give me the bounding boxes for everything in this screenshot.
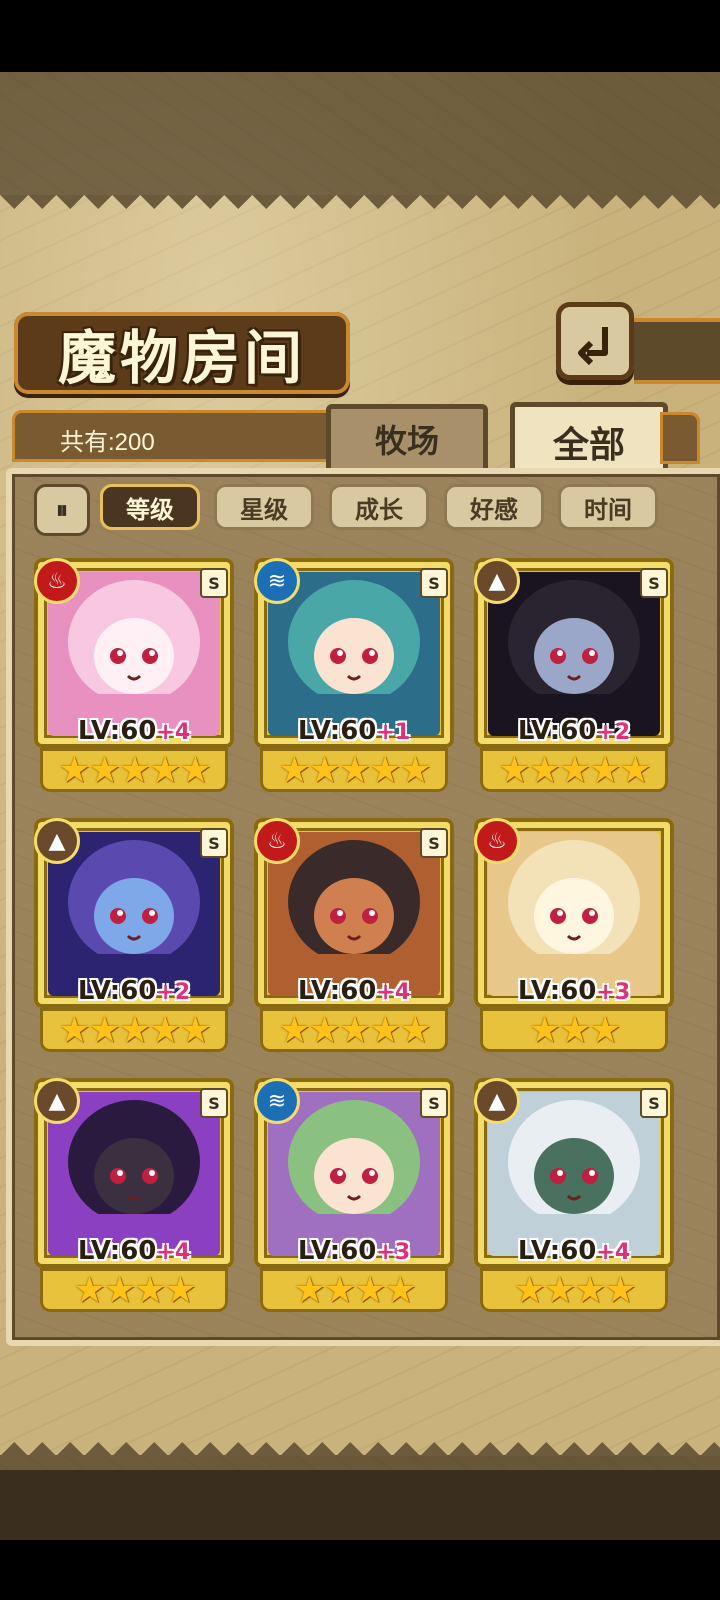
tab-pasture[interactable]: 牧场 [326, 404, 488, 469]
star-rating: ★★★★ [480, 1268, 668, 1312]
flame-icon: ♨ [34, 558, 80, 604]
rank-badge: S [420, 1088, 448, 1118]
star-rating: ★★★★ [40, 1268, 228, 1312]
back-button[interactable] [556, 302, 634, 380]
level-plus: +4 [596, 1240, 631, 1265]
level-value: LV:60 [297, 716, 377, 746]
monster-card[interactable]: ▲ S LV:60+2 ★★★★★ [34, 818, 234, 1058]
monster-level: LV:60+4 [254, 976, 454, 1006]
star-rating: ★★★★★ [40, 748, 228, 792]
monster-level: LV:60+3 [254, 1236, 454, 1266]
monster-card[interactable]: ≋ S LV:60+1 ★★★★★ [254, 558, 454, 798]
level-value: LV:60 [517, 976, 597, 1006]
level-plus: +4 [376, 980, 411, 1005]
rank-badge: S [640, 1088, 668, 1118]
monster-level: LV:60+3 [474, 976, 674, 1006]
level-plus: +3 [596, 980, 631, 1005]
level-value: LV:60 [297, 1236, 377, 1266]
star-rating: ★★★★★ [260, 748, 448, 792]
mountain-icon: ▲ [474, 558, 520, 604]
monster-level: LV:60+4 [34, 1236, 234, 1266]
monster-level: LV:60+4 [474, 1236, 674, 1266]
level-plus: +1 [376, 720, 411, 745]
star-rating: ★★★ [480, 1008, 668, 1052]
level-plus: +2 [596, 720, 631, 745]
parchment-edge-bottom [0, 1428, 720, 1456]
status-bar [0, 0, 720, 72]
level-value: LV:60 [77, 976, 157, 1006]
mountain-icon: ▲ [474, 1078, 520, 1124]
monster-level: LV:60+2 [474, 716, 674, 746]
wave-icon: ≋ [254, 1078, 300, 1124]
level-plus: +3 [376, 1240, 411, 1265]
monster-count: 共有:200 [60, 429, 155, 456]
title-plate: 魔物房间 [14, 312, 350, 394]
sort-time-button[interactable]: 时间 [558, 484, 658, 530]
tab-rail [660, 412, 700, 464]
star-rating: ★★★★★ [40, 1008, 228, 1052]
level-value: LV:60 [77, 1236, 157, 1266]
level-value: LV:60 [517, 716, 597, 746]
level-value: LV:60 [77, 716, 157, 746]
parchment-edge-top [0, 195, 720, 223]
wave-icon: ≋ [254, 558, 300, 604]
sort-star-button[interactable]: 星级 [214, 484, 314, 530]
monster-card[interactable]: ▲ S LV:60+2 ★★★★★ [474, 558, 674, 798]
rank-badge: S [200, 568, 228, 598]
sort-level-button[interactable]: 等级 [100, 484, 200, 530]
monster-card[interactable]: ♨ S LV:60+4 ★★★★★ [254, 818, 454, 1058]
monster-level: LV:60+4 [34, 716, 234, 746]
mountain-icon: ▲ [34, 1078, 80, 1124]
level-value: LV:60 [517, 1236, 597, 1266]
sort-affection-button[interactable]: 好感 [444, 484, 544, 530]
monster-card[interactable]: ▲ S LV:60+4 ★★★★ [34, 1078, 234, 1318]
mountain-icon: ▲ [34, 818, 80, 864]
level-plus: +4 [156, 720, 191, 745]
rank-badge: S [420, 568, 448, 598]
monster-card[interactable]: ▲ S LV:60+4 ★★★★ [474, 1078, 674, 1318]
rank-badge: S [200, 828, 228, 858]
monster-card[interactable]: ≋ S LV:60+3 ★★★★ [254, 1078, 454, 1318]
level-value: LV:60 [297, 976, 377, 1006]
sort-order-toggle[interactable]: ⏸ [34, 484, 90, 536]
monster-card[interactable]: ♨ LV:60+3 ★★★ [474, 818, 674, 1058]
flame-icon: ♨ [254, 818, 300, 864]
star-rating: ★★★★★ [260, 1008, 448, 1052]
rank-badge: S [420, 828, 448, 858]
return-arrow-icon [578, 327, 608, 365]
page-title: 魔物房间 [57, 324, 306, 392]
star-rating: ★★★★★ [480, 748, 668, 792]
level-plus: +2 [156, 980, 191, 1005]
sort-growth-button[interactable]: 成长 [329, 484, 429, 530]
monster-card[interactable]: ♨ S LV:60+4 ★★★★★ [34, 558, 234, 798]
tab-all[interactable]: 全部 [510, 402, 668, 477]
flame-icon: ♨ [474, 818, 520, 864]
header-rail [634, 318, 720, 384]
rank-badge: S [640, 568, 668, 598]
monster-level: LV:60+2 [34, 976, 234, 1006]
monster-level: LV:60+1 [254, 716, 454, 746]
navigation-bar [0, 1540, 720, 1600]
star-rating: ★★★★ [260, 1268, 448, 1312]
level-plus: +4 [156, 1240, 191, 1265]
rank-badge: S [200, 1088, 228, 1118]
